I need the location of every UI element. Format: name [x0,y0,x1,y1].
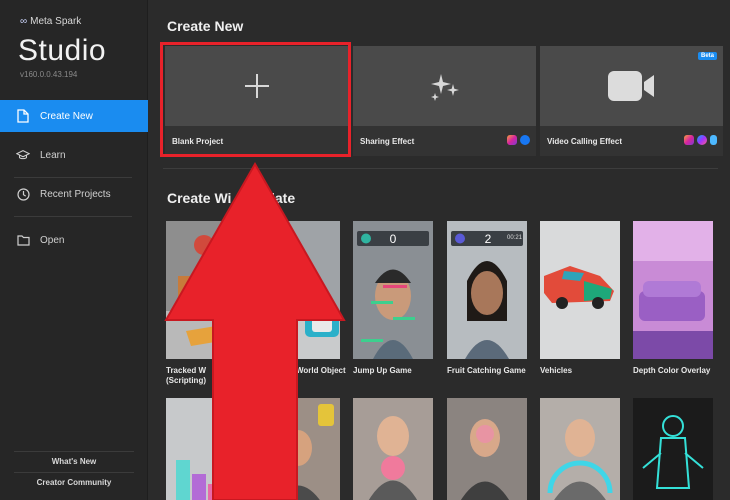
template-depth-color-overlay[interactable] [633,221,713,359]
timer-label: 00:21 [507,235,523,241]
video-calling-effect-card[interactable]: Beta Video Calling Effect [540,46,723,156]
sidebar-item-label: Create New [40,110,93,122]
template-card-row2[interactable] [540,398,620,500]
create-new-title: Create New [167,18,244,34]
template-jump-up-game[interactable]: 0 [353,221,433,359]
instagram-icon [507,135,517,145]
facebook-icon [520,135,530,145]
sidebar: ∞ Meta Spark Studio v160.0.0.43.194 Crea… [0,0,148,500]
template-label: Fruit Catching Game [447,366,526,375]
sidebar-item-label: Learn [40,149,66,161]
template-card-row2[interactable] [447,398,527,500]
sharing-effect-card[interactable]: Sharing Effect [353,46,536,156]
template-label: Depth Color Overlay [633,366,711,375]
sidebar-item-label: Recent Projects [40,188,111,200]
brand-label: Meta Spark [30,16,82,27]
sidebar-item-open[interactable]: Open [0,224,148,256]
app-version: v160.0.0.43.194 [20,70,78,79]
pointer-arrow-icon [164,161,346,500]
sparkles-icon [430,74,459,101]
brand: ∞ Meta Spark [20,16,81,27]
platform-badges [684,135,717,145]
app-title: Studio [18,34,107,67]
messenger-icon [697,135,707,145]
creator-community-link[interactable]: Creator Community [14,472,134,492]
folder-icon [16,233,30,247]
template-label: Jump Up Game [353,366,412,375]
meta-logo-icon: ∞ [20,16,28,27]
instagram-icon [684,135,694,145]
clock-icon [16,187,30,201]
template-fruit-catching-game[interactable]: 2 00:21 [447,221,527,359]
template-vehicles[interactable] [540,221,620,359]
whats-new-link[interactable]: What's New [14,451,134,471]
score-label: 2 [484,231,492,246]
template-label: Vehicles [540,366,573,375]
template-card-row2[interactable] [633,398,713,500]
document-icon [16,109,30,123]
sidebar-item-create-new[interactable]: Create New [0,100,148,132]
blank-project-highlight [160,42,351,157]
video-camera-icon [607,71,654,101]
portal-icon [710,135,717,145]
sidebar-item-learn[interactable]: Learn [0,139,148,171]
card-thumbnail [540,46,723,126]
sidebar-item-recent-projects[interactable]: Recent Projects [0,178,148,210]
template-card-row2[interactable] [353,398,433,500]
score-label: 0 [389,231,397,246]
card-thumbnail [353,46,536,126]
graduation-cap-icon [16,148,30,162]
beta-badge: Beta [697,52,717,60]
platform-badges [507,135,530,145]
nav-divider [14,216,132,217]
sidebar-item-label: Open [40,234,65,246]
